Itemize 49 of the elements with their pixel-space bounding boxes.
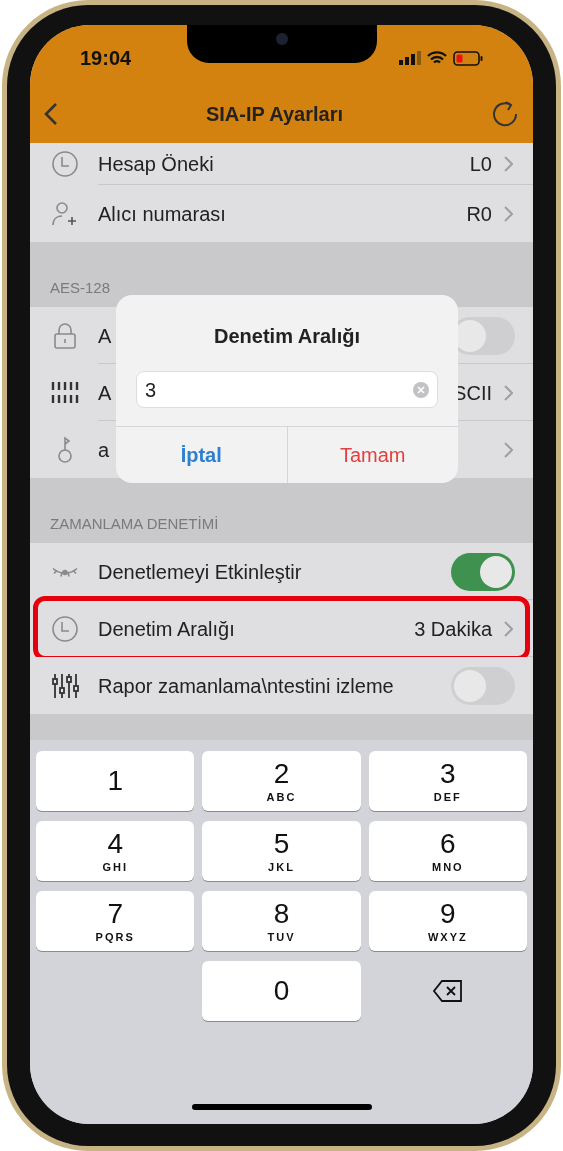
cancel-button[interactable]: İptal [116, 427, 287, 483]
settings-row[interactable]: Denetlemeyi Etkinleştir [30, 543, 533, 600]
chevron-icon [504, 620, 513, 637]
row-value: R0 [466, 201, 492, 227]
wifi-icon [427, 50, 447, 66]
section-header: AES-128 [50, 277, 111, 298]
chevron-icon [504, 384, 513, 401]
settings-row[interactable]: Alıcı numarası R0 [30, 185, 533, 242]
row-label: Denetim Aralığı [98, 616, 235, 642]
section-header: ZAMANLAMA DENETİMİ [50, 513, 219, 534]
row-label: A [98, 380, 112, 406]
chevron-icon [504, 441, 513, 458]
dialog-title: Denetim Aralığı [214, 324, 360, 349]
clock-icon [50, 149, 80, 179]
backspace-icon[interactable] [432, 980, 463, 1002]
settings-row[interactable]: Hesap Öneki L0 [30, 143, 533, 185]
clear-icon[interactable] [413, 381, 429, 398]
confirm-button[interactable]: Tamam [286, 427, 458, 483]
refresh-icon[interactable] [491, 100, 519, 128]
battery-icon [453, 50, 483, 66]
clock-icon [50, 613, 80, 644]
chevron-icon [504, 156, 513, 172]
row-label: Rapor zamanlama\ntestini izleme [98, 673, 394, 699]
chevron-icon [504, 205, 513, 222]
keypad-key[interactable]: 4 GHI [36, 821, 195, 881]
keypad-key[interactable]: 6 MNO [368, 821, 527, 881]
dialog-input-field[interactable]: 3 [136, 371, 438, 408]
row-value: L0 [469, 152, 492, 177]
nav-title: SIA-IP Ayarları [205, 102, 344, 127]
keypad-key[interactable]: 3 DEF [368, 751, 527, 811]
row-label: a [98, 437, 110, 463]
keypad-key[interactable]: 9 WXYZ [368, 891, 527, 951]
toggle-switch[interactable] [451, 666, 515, 705]
status-time: 19:04 [80, 46, 132, 71]
row-label: Denetlemeyi Etkinleştir [98, 559, 302, 585]
keypad-key[interactable]: 8 TUV [202, 891, 361, 951]
keypad-key[interactable]: 5 JKL [202, 821, 361, 881]
toggle-switch[interactable] [451, 552, 515, 591]
keypad-key[interactable]: 0 [202, 961, 361, 1021]
keypad-key[interactable]: 1 [36, 751, 195, 811]
settings-row[interactable]: Rapor zamanlama\ntestini izleme [30, 657, 533, 714]
back-icon[interactable] [44, 102, 58, 126]
row-label: Alıcı numarası [98, 201, 226, 227]
signal-icon [399, 51, 421, 65]
row-label: A [98, 323, 112, 349]
row-value: 3 Dakika [414, 616, 492, 642]
keypad-key[interactable]: 7 PQRS [36, 891, 195, 951]
keypad-key[interactable]: 2 ABC [202, 751, 361, 811]
row-label: Hesap Öneki [98, 152, 214, 177]
